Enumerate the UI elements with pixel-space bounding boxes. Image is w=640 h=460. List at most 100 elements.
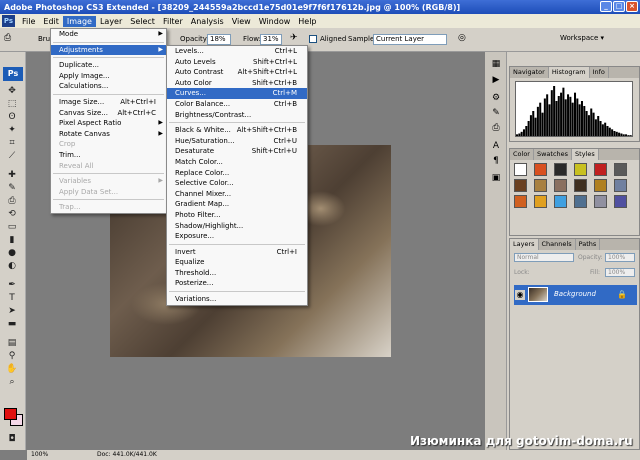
slice-tool-icon[interactable]: ⟋ xyxy=(5,151,19,162)
notes-tool-icon[interactable]: ▤ xyxy=(5,338,19,349)
tab-styles[interactable]: Styles xyxy=(572,149,599,160)
menu-analysis[interactable]: Analysis xyxy=(187,16,228,27)
quick-mask-icon[interactable]: ◘ xyxy=(5,434,19,445)
menu-item-desaturate[interactable]: Desaturate Shift+Ctrl+U xyxy=(167,146,307,157)
menu-item-invert[interactable]: Invert Ctrl+I xyxy=(167,247,307,258)
tab-navigator[interactable]: Navigator xyxy=(510,67,549,78)
ignore-adjustment-layers-icon[interactable]: ◎ xyxy=(458,33,466,43)
style-swatch[interactable] xyxy=(594,163,607,176)
style-swatch[interactable] xyxy=(514,163,527,176)
close-button[interactable]: × xyxy=(626,1,638,12)
menu-item-canvas-size[interactable]: Canvas Size... Alt+Ctrl+C xyxy=(51,108,166,119)
menu-item-auto-color[interactable]: Auto Color Shift+Ctrl+B xyxy=(167,78,307,89)
blend-mode-select[interactable]: Normal xyxy=(514,253,574,262)
menu-item-gradient-map[interactable]: Gradient Map... xyxy=(167,199,307,210)
menu-item-duplicate[interactable]: Duplicate... xyxy=(51,60,166,71)
menu-help[interactable]: Help xyxy=(294,16,320,27)
style-swatch[interactable] xyxy=(554,163,567,176)
menu-item-pixel-aspect-ratio[interactable]: Pixel Aspect Ratio ▶ xyxy=(51,118,166,129)
menu-item-auto-contrast[interactable]: Auto Contrast Alt+Shift+Ctrl+L xyxy=(167,67,307,78)
path-selection-tool-icon[interactable]: ➤ xyxy=(5,306,19,317)
marquee-tool-icon[interactable]: ⬚ xyxy=(5,99,19,110)
layer-row-background[interactable]: ◉ Background 🔒 xyxy=(514,285,637,305)
menu-item-calculations[interactable]: Calculations... xyxy=(51,81,166,92)
style-swatch[interactable] xyxy=(594,195,607,208)
menu-item-selective-color[interactable]: Selective Color... xyxy=(167,178,307,189)
type-tool-icon[interactable]: T xyxy=(5,293,19,304)
style-swatch[interactable] xyxy=(574,195,587,208)
crop-tool-icon[interactable]: ⌗ xyxy=(5,138,19,149)
history-brush-tool-icon[interactable]: ⟲ xyxy=(5,209,19,220)
menu-select[interactable]: Select xyxy=(126,16,159,27)
eyedropper-tool-icon[interactable]: ⚲ xyxy=(5,351,19,362)
workspace-button[interactable]: Workspace ▾ xyxy=(560,34,604,42)
hand-tool-icon[interactable]: ✋ xyxy=(5,364,19,375)
tab-channels[interactable]: Channels xyxy=(539,239,576,250)
menu-layer[interactable]: Layer xyxy=(96,16,126,27)
move-tool-icon[interactable]: ✥ xyxy=(5,86,19,97)
style-swatch[interactable] xyxy=(534,163,547,176)
zoom-level[interactable]: 100% xyxy=(31,450,48,460)
menu-item-brightness-contrast[interactable]: Brightness/Contrast... xyxy=(167,110,307,121)
menu-filter[interactable]: Filter xyxy=(159,16,187,27)
clone-source-icon[interactable]: ⎙ xyxy=(489,122,503,134)
tab-layers[interactable]: Layers xyxy=(510,239,539,250)
menu-item-exposure[interactable]: Exposure... xyxy=(167,231,307,242)
menu-item-trim[interactable]: Trim... xyxy=(51,150,166,161)
foreground-color-swatch[interactable] xyxy=(4,408,17,420)
maximize-button[interactable]: □ xyxy=(613,1,625,12)
clone-stamp-tool-icon[interactable]: ⎙ xyxy=(4,33,11,43)
dodge-tool-icon[interactable]: ◐ xyxy=(5,261,19,272)
gradient-tool-icon[interactable]: ▮ xyxy=(5,235,19,246)
style-swatch[interactable] xyxy=(574,163,587,176)
magic-wand-tool-icon[interactable]: ✦ xyxy=(5,125,19,136)
menu-item-levels[interactable]: Levels... Ctrl+L xyxy=(167,46,307,57)
menu-edit[interactable]: Edit xyxy=(39,16,63,27)
opacity-input[interactable]: 18% xyxy=(207,34,231,45)
style-swatch[interactable] xyxy=(574,179,587,192)
tab-paths[interactable]: Paths xyxy=(576,239,601,250)
layer-comps-icon[interactable]: ▣ xyxy=(489,172,503,184)
menu-item-rotate-canvas[interactable]: Rotate Canvas ▶ xyxy=(51,129,166,140)
style-swatch[interactable] xyxy=(614,179,627,192)
style-swatch[interactable] xyxy=(614,195,627,208)
lasso-tool-icon[interactable]: ʘ xyxy=(5,112,19,123)
menu-window[interactable]: Window xyxy=(255,16,295,27)
style-swatch[interactable] xyxy=(554,179,567,192)
menu-item-posterize[interactable]: Posterize... xyxy=(167,278,307,289)
style-swatch[interactable] xyxy=(554,195,567,208)
menu-view[interactable]: View xyxy=(228,16,255,27)
paragraph-panel-icon[interactable]: ¶ xyxy=(489,155,503,167)
brush-tool-icon[interactable]: ✎ xyxy=(5,183,19,194)
zoom-tool-icon[interactable]: ⌕ xyxy=(5,377,19,388)
style-swatch[interactable] xyxy=(614,163,627,176)
tab-histogram[interactable]: Histogram xyxy=(548,67,590,78)
menu-item-color-balance[interactable]: Color Balance... Ctrl+B xyxy=(167,99,307,110)
menu-item-auto-levels[interactable]: Auto Levels Shift+Ctrl+L xyxy=(167,57,307,68)
airbrush-icon[interactable]: ✈ xyxy=(290,33,298,43)
clone-stamp-tool-icon[interactable]: ⎙ xyxy=(5,196,19,207)
menu-item-image-size[interactable]: Image Size... Alt+Ctrl+I xyxy=(51,97,166,108)
menu-item-adjustments[interactable]: Adjustments ▶ xyxy=(51,44,166,56)
eraser-tool-icon[interactable]: ▭ xyxy=(5,222,19,233)
eye-icon[interactable]: ◉ xyxy=(515,290,525,300)
pen-tool-icon[interactable]: ✒ xyxy=(5,280,19,291)
sample-select[interactable]: Current Layer xyxy=(373,34,447,45)
brushes-panel-icon[interactable]: ✎ xyxy=(489,107,503,119)
shape-tool-icon[interactable]: ▬ xyxy=(5,319,19,330)
menu-item-black-white[interactable]: Black & White... Alt+Shift+Ctrl+B xyxy=(167,125,307,136)
layer-opacity-input[interactable]: 100% xyxy=(605,253,635,262)
tool-presets-icon[interactable]: ⚙ xyxy=(489,92,503,104)
menu-item-photo-filter[interactable]: Photo Filter... xyxy=(167,210,307,221)
menu-item-hue-saturation[interactable]: Hue/Saturation... Ctrl+U xyxy=(167,136,307,147)
tab-swatches[interactable]: Swatches xyxy=(534,149,573,160)
tab-color[interactable]: Color xyxy=(510,149,534,160)
healing-brush-tool-icon[interactable]: ✚ xyxy=(5,170,19,181)
tab-info[interactable]: Info xyxy=(590,67,609,78)
menu-item-replace-color[interactable]: Replace Color... xyxy=(167,168,307,179)
character-panel-icon[interactable]: A xyxy=(489,140,503,152)
style-swatch[interactable] xyxy=(514,195,527,208)
menu-item-threshold[interactable]: Threshold... xyxy=(167,268,307,279)
style-swatch[interactable] xyxy=(514,179,527,192)
actions-panel-icon[interactable]: ▶ xyxy=(489,74,503,86)
